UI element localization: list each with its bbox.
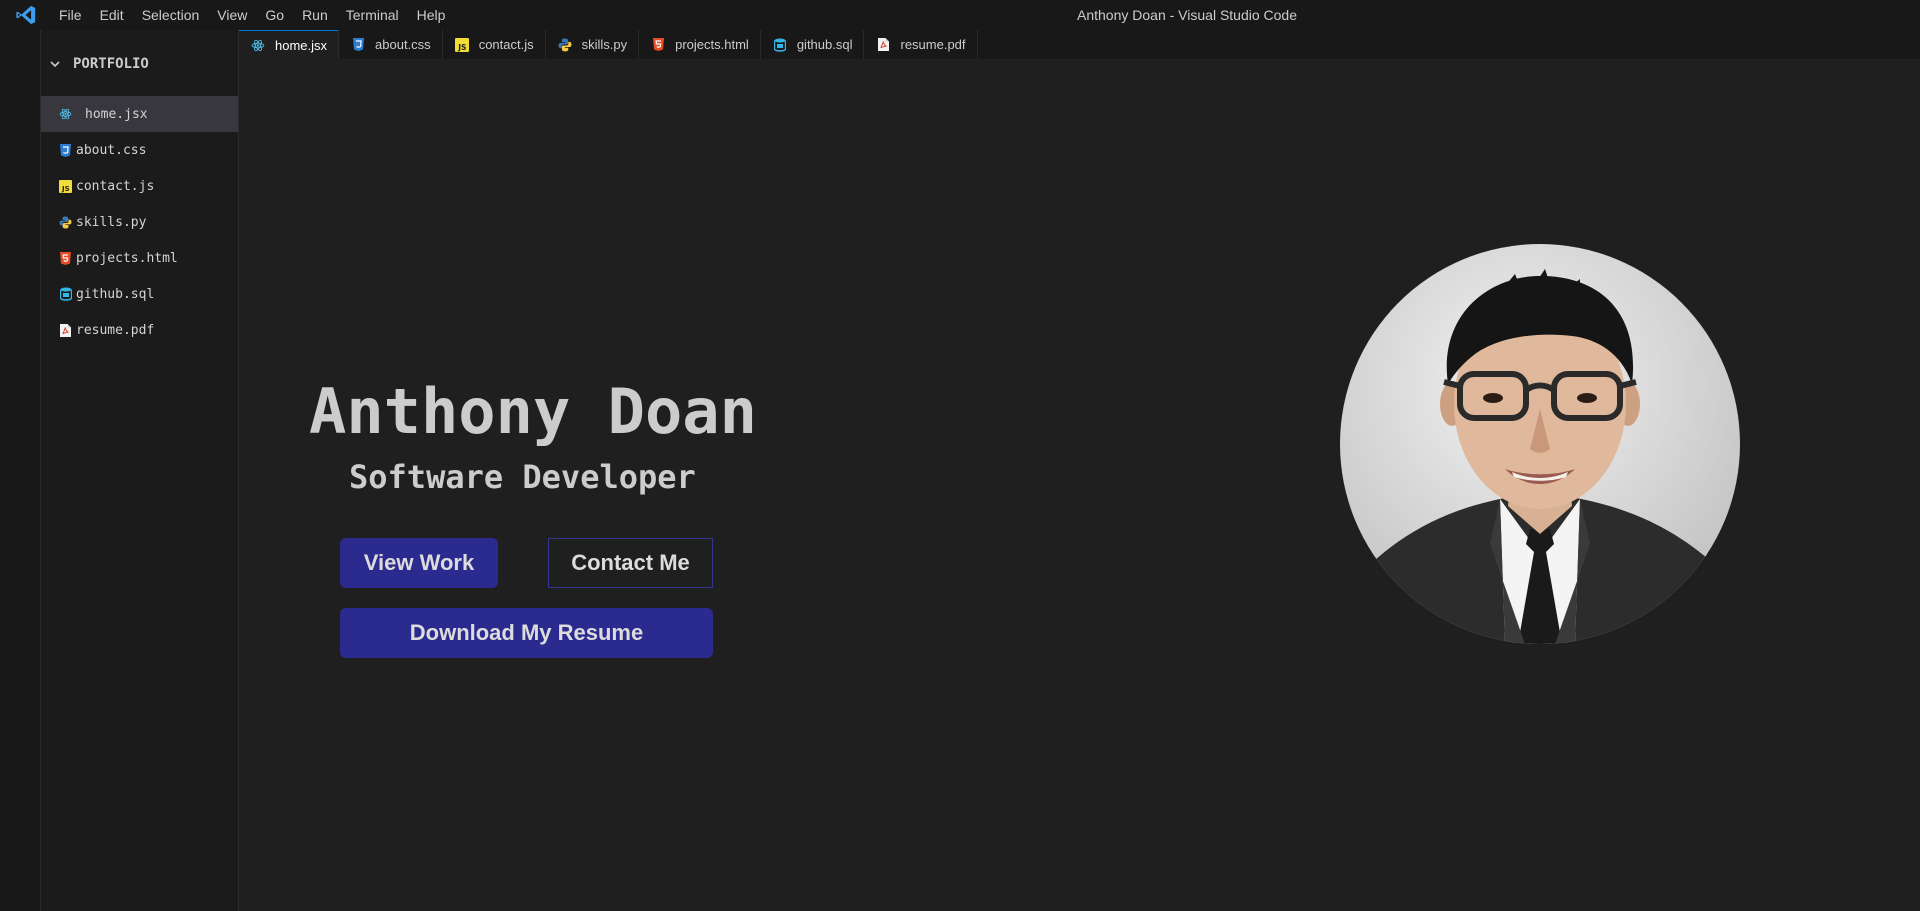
window-title: Anthony Doan - Visual Studio Code bbox=[1077, 7, 1297, 23]
file-item-github-sql[interactable]: github.sql bbox=[41, 276, 238, 312]
tab-label: skills.py bbox=[581, 37, 628, 52]
menu-go[interactable]: Go bbox=[256, 0, 293, 30]
python-icon bbox=[558, 38, 572, 52]
editor-tab-bar: home.jsx about.css JS contact.js skills.… bbox=[239, 30, 1920, 59]
file-name: projects.html bbox=[76, 250, 178, 266]
pdf-icon bbox=[876, 38, 890, 52]
activity-bar bbox=[0, 30, 41, 911]
tab-projects-html[interactable]: projects.html bbox=[639, 30, 761, 59]
html-icon bbox=[59, 251, 72, 265]
svg-text:JS: JS bbox=[457, 42, 466, 51]
tab-label: contact.js bbox=[478, 37, 534, 52]
menu-edit[interactable]: Edit bbox=[91, 0, 133, 30]
tab-label: resume.pdf bbox=[900, 37, 966, 52]
js-icon: JS bbox=[454, 37, 469, 52]
tab-resume-pdf[interactable]: resume.pdf bbox=[864, 30, 978, 59]
menu-run[interactable]: Run bbox=[293, 0, 337, 30]
menu-file[interactable]: File bbox=[50, 0, 91, 30]
explorer-folder-header[interactable]: PORTFOLIO bbox=[41, 46, 238, 82]
file-item-home-jsx[interactable]: home.jsx bbox=[41, 96, 238, 132]
hero-name: Anthony Doan bbox=[309, 375, 757, 448]
file-name: contact.js bbox=[76, 178, 155, 194]
menu-terminal[interactable]: Terminal bbox=[337, 0, 408, 30]
menu-help[interactable]: Help bbox=[408, 0, 455, 30]
file-name: about.css bbox=[76, 142, 147, 158]
database-icon bbox=[773, 38, 787, 52]
file-name: github.sql bbox=[76, 286, 155, 302]
tab-github-sql[interactable]: github.sql bbox=[760, 30, 865, 59]
python-icon bbox=[59, 216, 72, 229]
tab-about-css[interactable]: about.css bbox=[339, 30, 443, 59]
tab-skills-py[interactable]: skills.py bbox=[545, 30, 640, 59]
chevron-down-icon bbox=[49, 58, 65, 70]
hero-role: Software Developer bbox=[349, 458, 696, 496]
file-item-about-css[interactable]: about.css bbox=[41, 132, 238, 168]
tab-label: about.css bbox=[375, 37, 431, 52]
html-icon bbox=[651, 38, 665, 52]
react-icon bbox=[59, 108, 72, 121]
vscode-logo-icon[interactable] bbox=[6, 0, 46, 30]
editor-area: Anthony Doan Software Developer View Wor… bbox=[239, 59, 1920, 911]
tab-label: github.sql bbox=[796, 37, 853, 52]
css-icon bbox=[351, 38, 365, 52]
tab-label: projects.html bbox=[675, 37, 749, 52]
explorer-sidebar: PORTFOLIO home.jsx about.css JS contact.… bbox=[41, 30, 239, 911]
menu-bar: File Edit Selection View Go Run Terminal… bbox=[50, 0, 454, 30]
file-name: resume.pdf bbox=[76, 322, 155, 338]
contact-me-button[interactable]: Contact Me bbox=[548, 538, 713, 588]
file-item-projects-html[interactable]: projects.html bbox=[41, 240, 238, 276]
file-item-skills-py[interactable]: skills.py bbox=[41, 204, 238, 240]
svg-text:JS: JS bbox=[61, 185, 70, 193]
profile-photo bbox=[1340, 244, 1740, 644]
file-item-resume-pdf[interactable]: resume.pdf bbox=[41, 312, 238, 348]
tab-contact-js[interactable]: JS contact.js bbox=[442, 30, 546, 59]
tab-label: home.jsx bbox=[275, 37, 328, 53]
explorer-folder-label: PORTFOLIO bbox=[73, 56, 149, 72]
tab-home-jsx[interactable]: home.jsx bbox=[239, 30, 340, 59]
react-icon bbox=[251, 38, 265, 52]
pdf-icon bbox=[59, 323, 72, 337]
file-name: home.jsx bbox=[85, 106, 148, 122]
menu-view[interactable]: View bbox=[208, 0, 256, 30]
css-icon bbox=[59, 143, 72, 157]
file-name: skills.py bbox=[76, 214, 147, 230]
menu-selection[interactable]: Selection bbox=[133, 0, 209, 30]
download-resume-button[interactable]: Download My Resume bbox=[340, 608, 713, 658]
file-item-contact-js[interactable]: JS contact.js bbox=[41, 168, 238, 204]
view-work-button[interactable]: View Work bbox=[340, 538, 498, 588]
file-list: home.jsx about.css JS contact.js skills.… bbox=[41, 96, 238, 348]
title-bar: File Edit Selection View Go Run Terminal… bbox=[0, 0, 1920, 30]
database-icon bbox=[59, 287, 72, 301]
js-icon: JS bbox=[59, 179, 72, 193]
